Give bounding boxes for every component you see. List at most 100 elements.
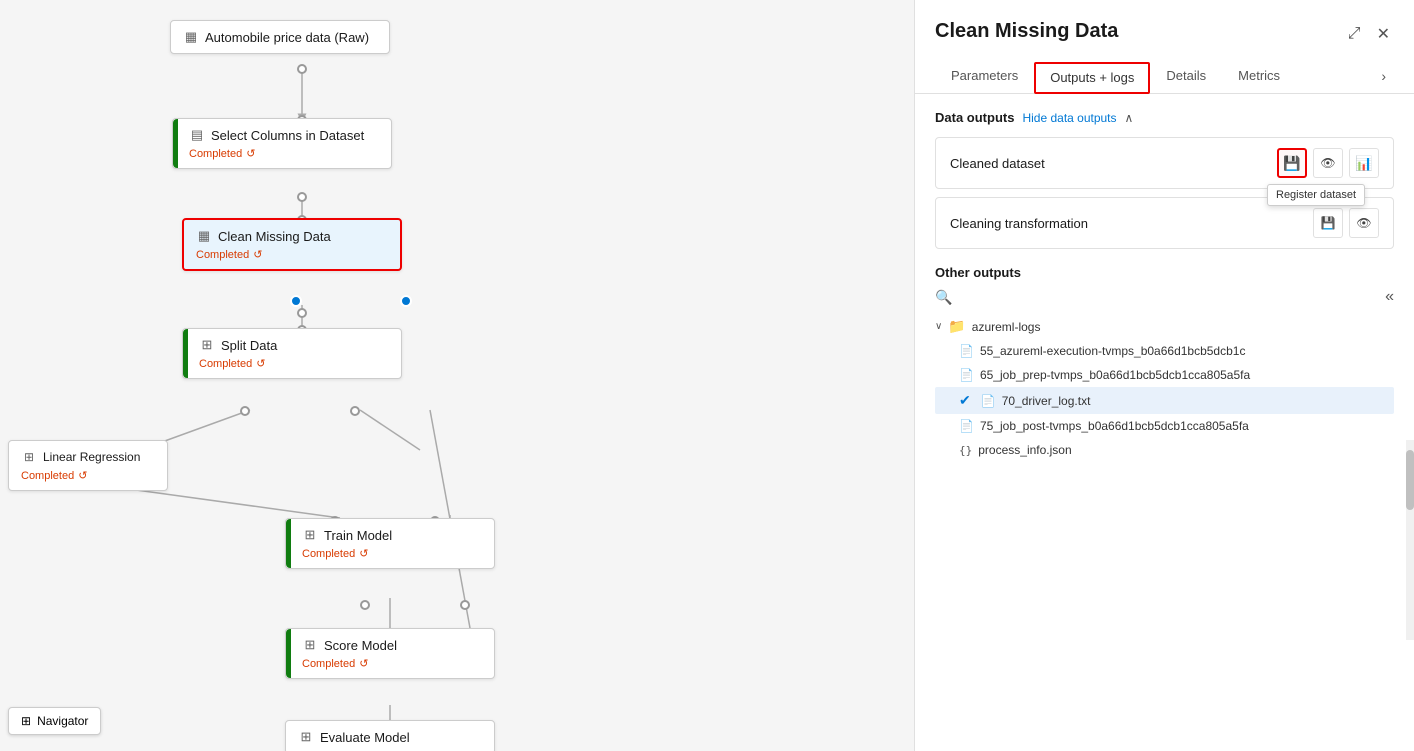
score-icon: ⊞ <box>302 637 318 653</box>
tab-outputs-logs[interactable]: Outputs + logs <box>1034 62 1150 94</box>
folder-icon: 📁 <box>948 318 965 335</box>
connector-dot <box>297 64 307 74</box>
node-label: Split Data <box>221 338 277 353</box>
expand-button[interactable]: ⤢ <box>1344 21 1365 47</box>
node-label: Score Model <box>324 638 397 653</box>
node-status: Completed ↺ <box>189 147 379 160</box>
file-label: 65_job_prep-tvmps_b0a66d1bcb5dcb1cca805a… <box>980 368 1394 382</box>
refresh-icon: ↺ <box>359 657 368 670</box>
chart-dataset-button[interactable]: 📊 <box>1349 148 1379 178</box>
save-icon: 💾 <box>1321 216 1336 230</box>
node-label: Clean Missing Data <box>218 229 331 244</box>
node-status: Completed ↺ <box>302 657 482 670</box>
close-button[interactable]: ✕ <box>1373 20 1394 48</box>
output-row-cleaned-dataset: Cleaned dataset 💾 Register dataset 👁 📊 <box>935 137 1394 189</box>
refresh-icon: ↺ <box>246 147 255 160</box>
node-label: Linear Regression <box>43 450 140 464</box>
view-dataset-button[interactable]: 👁 <box>1313 148 1343 178</box>
panel-body: Data outputs Hide data outputs ∧ Cleaned… <box>915 94 1414 751</box>
split-icon: ⊞ <box>199 337 215 353</box>
collapse-button[interactable]: « <box>1385 288 1394 306</box>
output-actions-cleaning: 💾 👁 <box>1313 208 1379 238</box>
search-icon: 🔍 <box>935 289 952 306</box>
node-status: Completed ↺ <box>21 469 155 482</box>
chart-icon: 📊 <box>1355 155 1372 172</box>
eval-icon: ⊞ <box>298 729 314 745</box>
connector-dot <box>350 406 360 416</box>
data-outputs-header: Data outputs Hide data outputs ∧ <box>935 110 1394 125</box>
node-label: Automobile price data (Raw) <box>205 30 369 45</box>
node-auto-price[interactable]: ▦ Automobile price data (Raw) <box>170 20 390 54</box>
refresh-icon: ↺ <box>256 357 265 370</box>
file-process-info[interactable]: {} process_info.json <box>935 438 1394 462</box>
green-bar <box>286 629 291 678</box>
file-65-job-prep[interactable]: 📄 65_job_prep-tvmps_b0a66d1bcb5dcb1cca80… <box>935 363 1394 387</box>
select-icon: ▤ <box>189 127 205 143</box>
node-label: Select Columns in Dataset <box>211 128 364 143</box>
folder-label: azureml-logs <box>972 320 1041 334</box>
file-icon: 📄 <box>981 394 996 408</box>
file-icon: 📄 <box>959 344 974 358</box>
file-55-execution[interactable]: 📄 55_azureml-execution-tvmps_b0a66d1bcb5… <box>935 339 1394 363</box>
node-label: Evaluate Model <box>320 730 410 745</box>
json-icon: {} <box>959 444 972 457</box>
chevron-up-icon: ∧ <box>1125 111 1134 125</box>
node-status: Completed ↺ <box>302 547 482 560</box>
other-outputs-section: Other outputs 🔍 « ∨ 📁 azureml-logs 📄 55_… <box>935 265 1394 462</box>
node-status: Completed ↺ <box>196 248 388 261</box>
panel-actions: ⤢ ✕ <box>1344 20 1394 48</box>
node-evaluate-model[interactable]: ⊞ Evaluate Model <box>285 720 495 751</box>
right-panel: Clean Missing Data ⤢ ✕ Parameters Output… <box>914 0 1414 751</box>
cleaned-dataset-label: Cleaned dataset <box>950 156 1045 171</box>
node-status: Completed ↺ <box>199 357 389 370</box>
file-75-job-post[interactable]: 📄 75_job_post-tvmps_b0a66d1bcb5dcb1cca80… <box>935 414 1394 438</box>
clean-icon: ▦ <box>196 228 212 244</box>
panel-header: Clean Missing Data ⤢ ✕ <box>915 0 1414 48</box>
file-icon: 📄 <box>959 419 974 433</box>
node-score-model[interactable]: ⊞ Score Model Completed ↺ <box>285 628 495 679</box>
connector-dot <box>297 308 307 318</box>
navigator-button[interactable]: ⊞ Navigator <box>8 707 101 735</box>
other-outputs-title: Other outputs <box>935 265 1394 280</box>
green-bar <box>183 329 188 378</box>
selected-check-icon: ✔ <box>959 392 971 409</box>
connector-dot <box>460 600 470 610</box>
node-linear-regression[interactable]: ⊞ Linear Regression Completed ↺ <box>8 440 168 491</box>
view-transformation-button[interactable]: 👁 <box>1349 208 1379 238</box>
file-label: 75_job_post-tvmps_b0a66d1bcb5dcb1cca805a… <box>980 419 1394 433</box>
selection-handle <box>290 295 302 307</box>
green-bar <box>173 119 178 168</box>
file-label: 70_driver_log.txt <box>1002 394 1394 408</box>
refresh-icon: ↺ <box>359 547 368 560</box>
hide-data-outputs-link[interactable]: Hide data outputs <box>1022 111 1116 125</box>
file-icon: 📄 <box>959 368 974 382</box>
folder-azureml-logs[interactable]: ∨ 📁 azureml-logs <box>935 314 1394 339</box>
cleaning-transformation-label: Cleaning transformation <box>950 216 1088 231</box>
connector-dot <box>297 192 307 202</box>
selection-handle <box>400 295 412 307</box>
connector-dot <box>360 600 370 610</box>
file-label: 55_azureml-execution-tvmps_b0a66d1bcb5dc… <box>980 344 1394 358</box>
lr-icon: ⊞ <box>21 449 37 465</box>
node-train-model[interactable]: ⊞ Train Model Completed ↺ <box>285 518 495 569</box>
pipeline-canvas: ▦ Automobile price data (Raw) ▤ Select C… <box>0 0 914 751</box>
tab-details[interactable]: Details <box>1150 60 1222 93</box>
register-dataset-button[interactable]: 💾 <box>1277 148 1307 178</box>
node-clean-missing[interactable]: ▦ Clean Missing Data Completed ↺ <box>182 218 402 271</box>
file-tree: ∨ 📁 azureml-logs 📄 55_azureml-execution-… <box>935 314 1394 462</box>
node-select-columns[interactable]: ▤ Select Columns in Dataset Completed ↺ <box>172 118 392 169</box>
navigator-label: Navigator <box>37 714 88 728</box>
scrollbar[interactable] <box>1406 440 1414 640</box>
node-label: Train Model <box>324 528 392 543</box>
node-split-data[interactable]: ⊞ Split Data Completed ↺ <box>182 328 402 379</box>
train-icon: ⊞ <box>302 527 318 543</box>
tab-metrics[interactable]: Metrics <box>1222 60 1296 93</box>
eye-icon: 👁 <box>1356 216 1371 230</box>
register-tooltip: Register dataset <box>1267 184 1365 206</box>
tab-more-arrow[interactable]: › <box>1373 60 1394 93</box>
register-transformation-button[interactable]: 💾 <box>1313 208 1343 238</box>
file-70-driver-log[interactable]: ✔ 📄 70_driver_log.txt <box>935 387 1394 414</box>
panel-tabs: Parameters Outputs + logs Details Metric… <box>915 60 1414 94</box>
green-bar <box>286 519 291 568</box>
tab-parameters[interactable]: Parameters <box>935 60 1034 93</box>
